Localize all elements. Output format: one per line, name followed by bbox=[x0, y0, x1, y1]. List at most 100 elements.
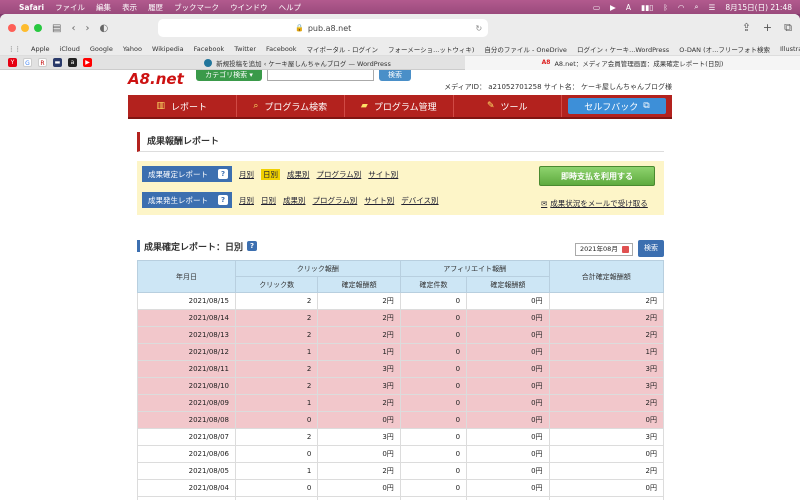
page-content: A8.net カテゴリ検索 ▾ 検索 メディアID： a21052701258 … bbox=[0, 70, 800, 500]
play-icon[interactable]: ▶ bbox=[610, 3, 616, 12]
nav-tools[interactable]: ✎ ツール bbox=[454, 95, 562, 117]
app-name[interactable]: Safari bbox=[19, 3, 44, 12]
site-search-button[interactable]: 検索 bbox=[379, 70, 411, 81]
menu-help[interactable]: ヘルプ bbox=[279, 2, 302, 13]
address-bar[interactable]: 🔒 pub.a8.net ↻ bbox=[158, 19, 489, 37]
url-text: pub.a8.net bbox=[307, 23, 352, 33]
cell-click-count: 1 bbox=[234, 462, 319, 480]
favorite-item[interactable]: Facebook bbox=[194, 45, 225, 53]
rakuten-icon[interactable]: R bbox=[38, 58, 47, 67]
month-picker[interactable]: 2021年08月 bbox=[575, 243, 633, 256]
screen-icon[interactable]: ▭ bbox=[593, 3, 600, 12]
reload-icon[interactable]: ↻ bbox=[475, 24, 482, 33]
cell-click-count: 0 bbox=[234, 411, 319, 429]
menu-bookmarks[interactable]: ブックマーク bbox=[174, 2, 219, 13]
wifi-icon[interactable]: ◠ bbox=[678, 3, 685, 12]
bookmark-icon[interactable]: ▬ bbox=[53, 58, 62, 67]
menu-window[interactable]: ウインドウ bbox=[230, 2, 268, 13]
favorite-item[interactable]: O-DAN (オ...フリーフォト検索 bbox=[679, 44, 770, 54]
link-monthly[interactable]: 月別 bbox=[239, 169, 254, 180]
tab-a8-report[interactable]: A8 A8.net：メディア会員管理画面：成果確定レポート(日別) bbox=[465, 55, 800, 70]
google-icon[interactable]: G bbox=[23, 58, 32, 67]
table-row: 2021/08/12 1 1円 0 0円 1円 bbox=[137, 343, 665, 361]
input-method-icon[interactable]: A bbox=[626, 3, 631, 12]
favorite-item[interactable]: マイポータル - ログイン bbox=[307, 44, 378, 54]
link-by-site[interactable]: サイト別 bbox=[364, 195, 394, 206]
link-daily[interactable]: 日別 bbox=[261, 195, 276, 206]
privacy-shield-icon[interactable]: ◐ bbox=[99, 23, 108, 34]
help-icon[interactable]: ? bbox=[247, 241, 258, 251]
link-by-device[interactable]: デバイス別 bbox=[401, 195, 438, 206]
cell-click-count: 2 bbox=[234, 377, 319, 395]
help-icon[interactable]: ? bbox=[218, 169, 228, 179]
battery-icon[interactable]: ▮▮▯ bbox=[641, 3, 653, 12]
a8-logo[interactable]: A8.net bbox=[128, 70, 184, 88]
zoom-window-icon[interactable] bbox=[34, 24, 42, 32]
table-row: 2021/08/15 2 2円 0 0円 2円 bbox=[137, 292, 665, 310]
link-by-program[interactable]: プログラム別 bbox=[313, 195, 358, 206]
nav-program-manage[interactable]: ▰ プログラム管理 bbox=[345, 95, 454, 117]
favorite-item[interactable]: Twitter bbox=[234, 45, 256, 53]
yahoo-icon[interactable]: Y bbox=[8, 58, 17, 67]
occurred-report-row: 成果発生レポート ? 月別 日別 成果別 プログラム別 サイト別 デバイス別 bbox=[142, 192, 439, 208]
favorite-item[interactable]: iCloud bbox=[60, 45, 80, 53]
site-search-input[interactable] bbox=[267, 70, 374, 81]
link-by-site[interactable]: サイト別 bbox=[368, 169, 398, 180]
help-icon[interactable]: ? bbox=[218, 195, 228, 205]
close-window-icon[interactable] bbox=[8, 24, 16, 32]
confirmed-report-row: 成果確定レポート ? 月別 日別 成果別 プログラム別 サイト別 bbox=[142, 166, 398, 182]
cell-affiliate-amount: 0円 bbox=[466, 411, 550, 429]
selfback-button[interactable]: セルフバック ⧉ bbox=[568, 98, 666, 114]
favorite-item[interactable]: Illustrations | unDraw bbox=[780, 45, 800, 53]
youtube-icon[interactable]: ▶ bbox=[83, 58, 92, 67]
clock[interactable]: 8月15日(日) 21:48 bbox=[725, 2, 792, 13]
favorite-item[interactable]: Facebook bbox=[266, 45, 297, 53]
link-by-program[interactable]: プログラム別 bbox=[317, 169, 362, 180]
cell-affiliate-count: 0 bbox=[399, 394, 468, 412]
link-by-result[interactable]: 成果別 bbox=[283, 195, 306, 206]
report-search-button[interactable]: 検索 bbox=[638, 240, 664, 257]
cell-click-amount: 1円 bbox=[317, 343, 401, 361]
menu-view[interactable]: 表示 bbox=[122, 2, 137, 13]
link-monthly[interactable]: 月別 bbox=[239, 195, 254, 206]
table-row: 2021/08/0312円00円2円 bbox=[137, 496, 665, 500]
tab-overview-icon[interactable]: ⧉ bbox=[784, 21, 792, 35]
favorite-item[interactable]: Wikipedia bbox=[152, 45, 184, 53]
cell-total: 3円 bbox=[548, 428, 665, 446]
table-row: 2021/08/13 2 2円 0 0円 2円 bbox=[137, 326, 665, 344]
menu-file[interactable]: ファイル bbox=[55, 2, 85, 13]
link-daily[interactable]: 日別 bbox=[261, 168, 280, 180]
favorite-item[interactable]: ログイン ‹ ケーキ...WordPress bbox=[577, 44, 669, 54]
nav-report[interactable]: ▥ レポート bbox=[128, 95, 237, 117]
favorite-item[interactable]: Yahoo bbox=[123, 45, 142, 53]
menu-edit[interactable]: 編集 bbox=[96, 2, 111, 13]
header-date[interactable]: 年月日 bbox=[137, 260, 236, 293]
favorite-item[interactable]: Google bbox=[90, 45, 113, 53]
forward-icon[interactable]: › bbox=[85, 23, 89, 34]
search-icon[interactable]: ⌕ bbox=[694, 2, 698, 12]
category-search-button[interactable]: カテゴリ検索 ▾ bbox=[196, 70, 262, 81]
favorites-grid-icon[interactable]: ⋮⋮ bbox=[8, 45, 21, 53]
nav-program-search[interactable]: ⌕ プログラム検索 bbox=[237, 95, 345, 117]
amazon-icon[interactable]: a bbox=[68, 58, 77, 67]
cell-affiliate-amount: 0円 bbox=[466, 326, 550, 344]
minimize-window-icon[interactable] bbox=[21, 24, 29, 32]
link-by-result[interactable]: 成果別 bbox=[287, 169, 310, 180]
bluetooth-icon[interactable]: ᛒ bbox=[663, 3, 668, 12]
tab-wordpress[interactable]: 新規投稿を追加 ‹ ケーキ屋しんちゃんブログ — WordPress bbox=[130, 56, 465, 70]
favorite-item[interactable]: フォーメーショ...ットウィキ) bbox=[388, 44, 474, 54]
control-center-icon[interactable]: ☰ bbox=[709, 3, 716, 12]
instant-payment-button[interactable]: 即時支払を利用する bbox=[539, 166, 655, 186]
cell-total: 2円 bbox=[548, 496, 665, 500]
calendar-icon[interactable] bbox=[622, 246, 629, 253]
back-icon[interactable]: ‹ bbox=[71, 23, 75, 34]
email-report-link[interactable]: ✉ 成果状況をメールで受け取る bbox=[541, 198, 648, 209]
cell-date: 2021/08/07 bbox=[137, 428, 236, 446]
menu-history[interactable]: 履歴 bbox=[148, 2, 163, 13]
month-value: 2021年08月 bbox=[580, 245, 618, 253]
favorite-item[interactable]: Apple bbox=[31, 45, 50, 53]
favorite-item[interactable]: 自分のファイル - OneDrive bbox=[484, 44, 567, 54]
new-tab-icon[interactable]: + bbox=[763, 21, 772, 35]
share-icon[interactable]: ⇪ bbox=[742, 21, 751, 35]
sidebar-toggle-icon[interactable]: ▤ bbox=[52, 23, 61, 34]
